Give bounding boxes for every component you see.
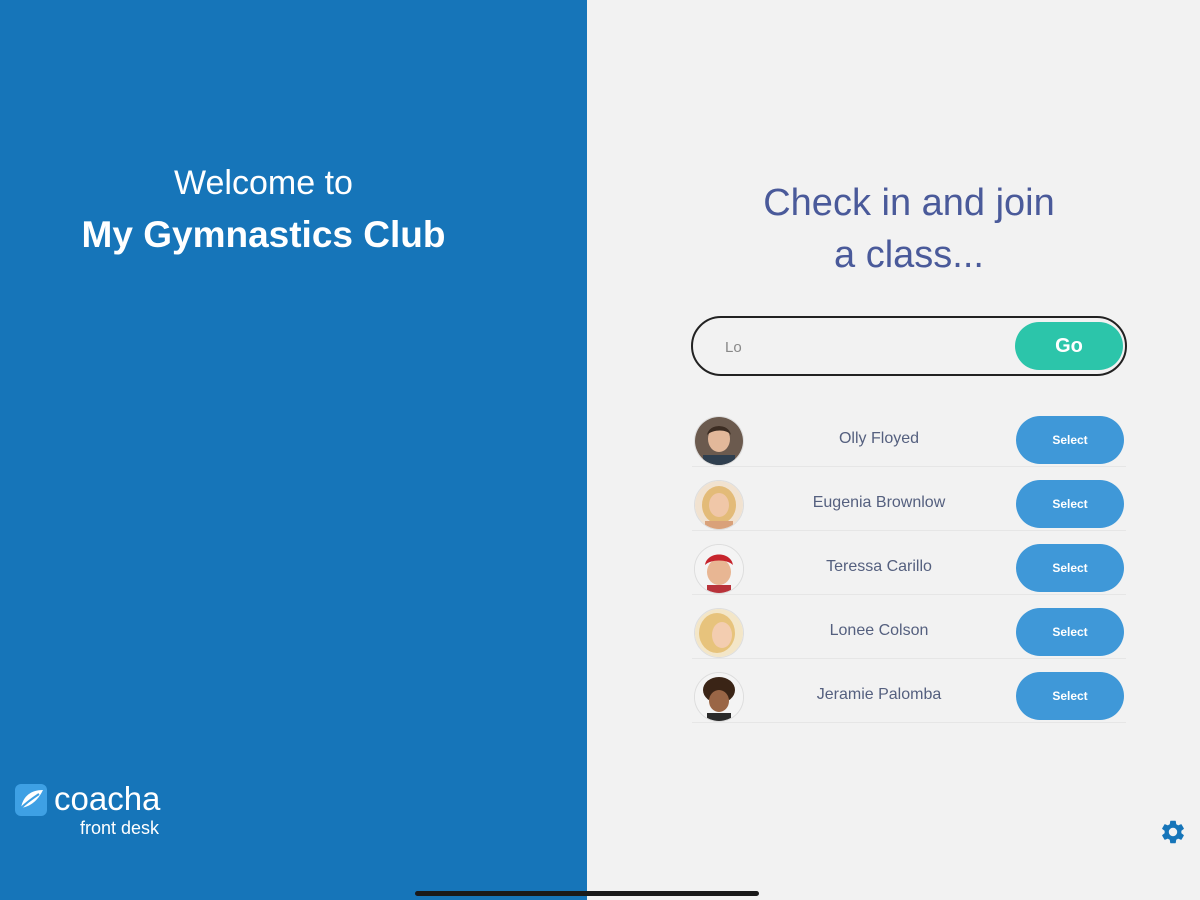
person-avatar [694, 672, 744, 722]
gear-icon[interactable] [1159, 818, 1187, 846]
list-item: Lonee Colson Select [692, 604, 1126, 659]
select-button[interactable]: Select [1016, 416, 1124, 464]
welcome-panel: Welcome to My Gymnastics Club coacha fro… [0, 0, 587, 900]
brand-subtitle: front desk [80, 818, 160, 838]
go-button[interactable]: Go [1015, 322, 1123, 370]
select-button[interactable]: Select [1016, 672, 1124, 720]
list-item: Teressa Carillo Select [692, 540, 1126, 595]
person-avatar [694, 416, 744, 466]
club-name: My Gymnastics Club [81, 214, 446, 255]
list-item: Jeramie Palomba Select [692, 668, 1126, 723]
member-name: Jeramie Palomba [816, 686, 942, 703]
member-name: Eugenia Brownlow [812, 494, 946, 511]
checkin-heading-line2: a class... [834, 234, 984, 276]
checkin-heading-line1: Check in and join [763, 182, 1055, 224]
checkin-panel: Check in and join a class... Go Olly Flo… [587, 0, 1200, 900]
select-button[interactable]: Select [1016, 544, 1124, 592]
member-name: Teressa Carillo [826, 558, 932, 575]
search-input[interactable] [723, 333, 997, 361]
select-button[interactable]: Select [1016, 480, 1124, 528]
select-button[interactable]: Select [1016, 608, 1124, 656]
search-bar: Go [691, 316, 1127, 376]
person-avatar [694, 480, 744, 530]
home-indicator [415, 891, 759, 896]
list-item: Eugenia Brownlow Select [692, 476, 1126, 531]
list-item: Olly Floyed Select [692, 412, 1126, 467]
coacha-logo-icon [15, 784, 47, 816]
brand-name: coacha [54, 780, 161, 817]
person-avatar [694, 608, 744, 658]
member-name: Lonee Colson [829, 622, 929, 639]
person-avatar [694, 544, 744, 594]
member-name: Olly Floyed [838, 430, 920, 447]
welcome-text: Welcome to [174, 164, 353, 202]
